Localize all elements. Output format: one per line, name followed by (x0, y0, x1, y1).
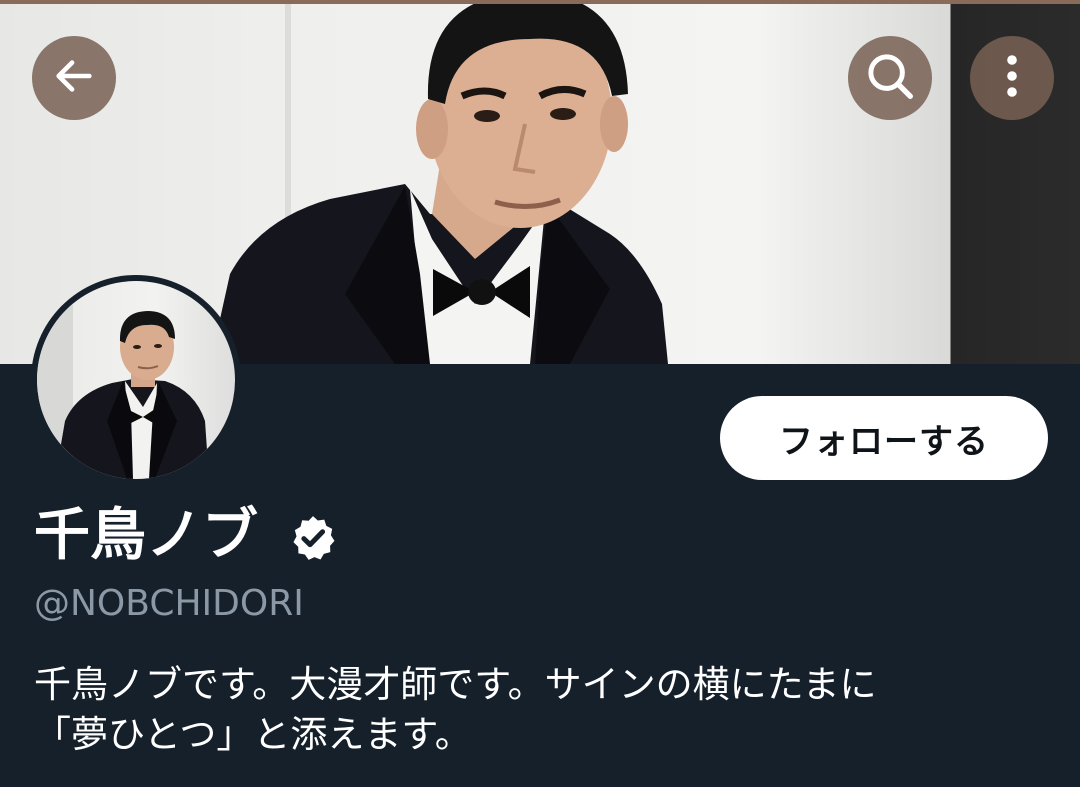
more-options-button[interactable] (970, 36, 1054, 120)
display-name: 千鳥ノブ (34, 503, 258, 568)
more-vertical-icon (992, 52, 1032, 104)
follow-button[interactable]: フォローする (720, 396, 1048, 480)
search-icon (863, 49, 917, 107)
bio: 千鳥ノブです。大漫才師です。サインの横にたまに 「夢ひとつ」と添えます。 (34, 660, 1044, 760)
bio-line-1: 千鳥ノブです。大漫才師です。サインの横にたまに (34, 663, 877, 706)
bio-line-2: 「夢ひとつ」と添えます。 (34, 713, 472, 756)
search-button[interactable] (848, 36, 932, 120)
avatar[interactable] (31, 275, 241, 485)
back-button[interactable] (32, 36, 116, 120)
handle: @NOBCHIDORI (34, 583, 304, 624)
profile-avatar-photo (37, 281, 235, 479)
arrow-left-icon (51, 53, 97, 103)
verified-badge-icon (288, 513, 338, 563)
